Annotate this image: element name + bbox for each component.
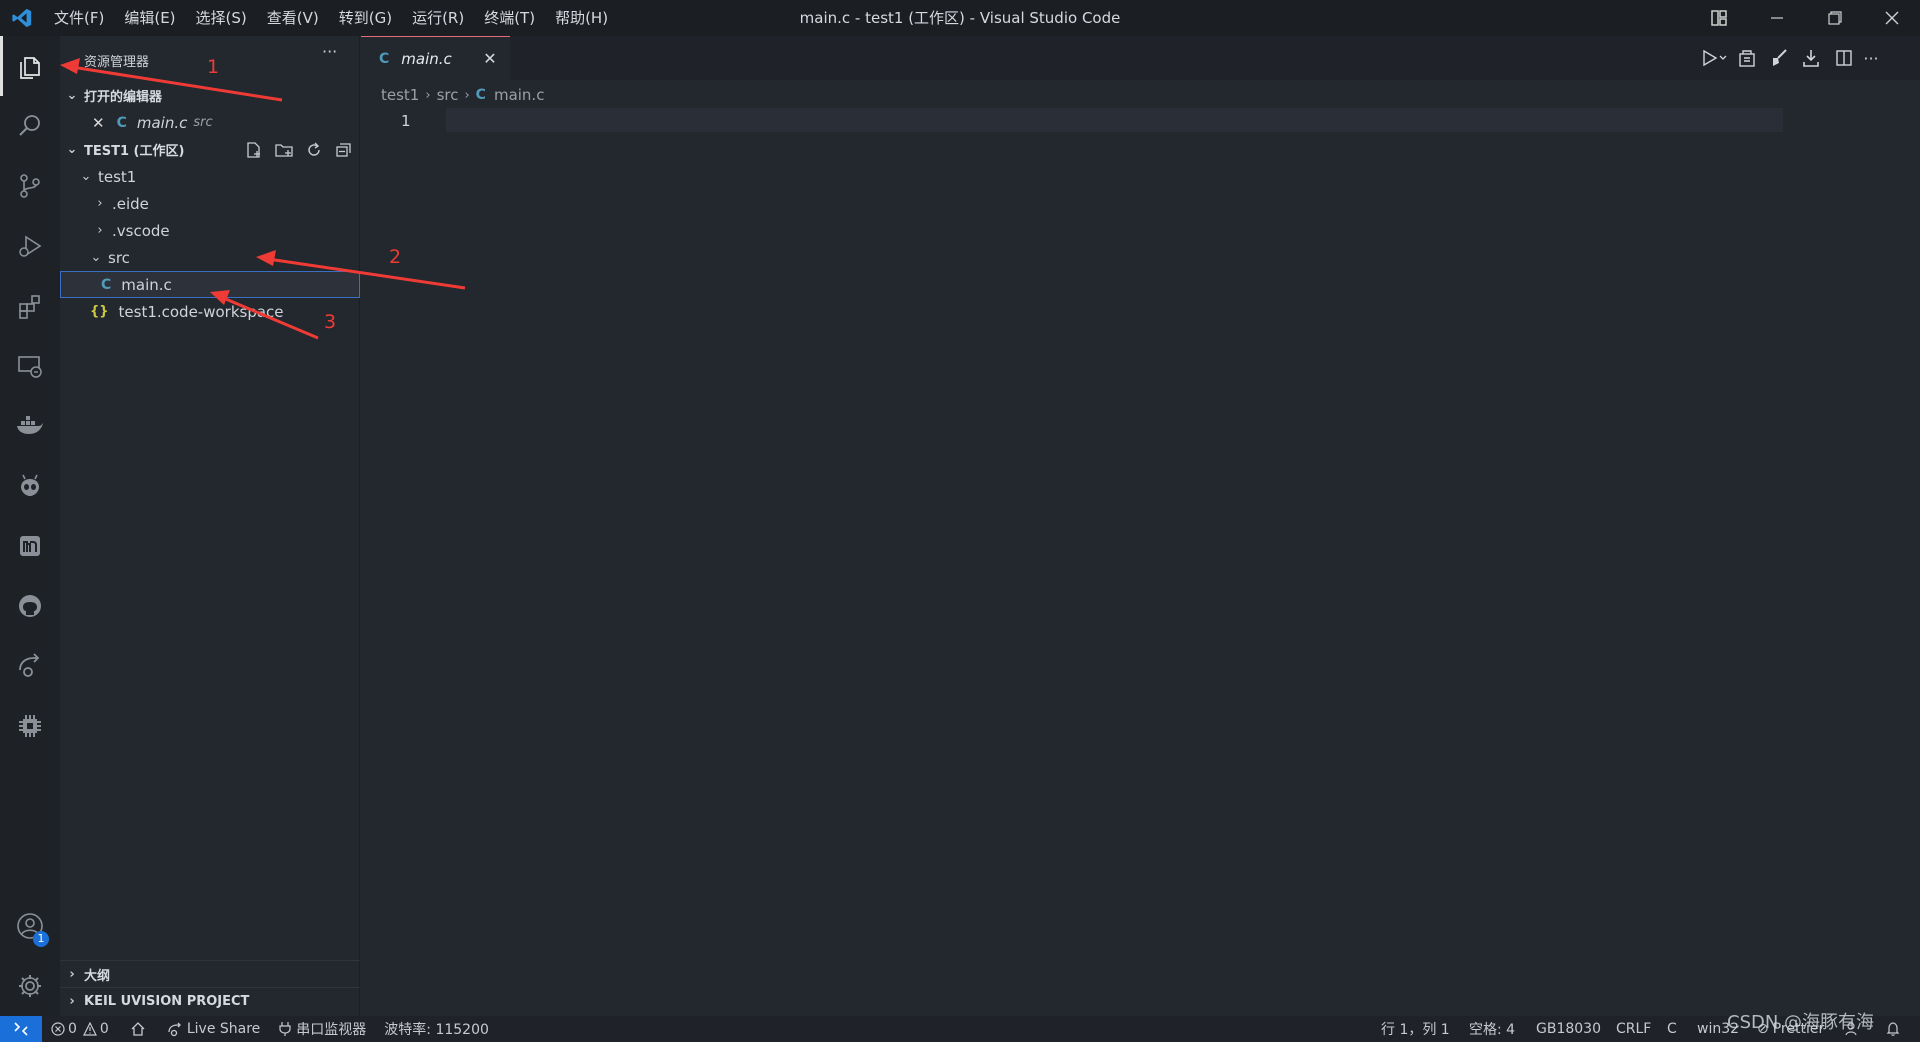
annotation-number-1: 1 — [207, 56, 220, 78]
annotation-arrow-2 — [256, 250, 466, 290]
annotation-number-2: 2 — [389, 246, 402, 268]
annotation-arrow-3 — [210, 290, 319, 340]
annotation-arrows — [60, 58, 466, 340]
annotation-number-3: 3 — [324, 311, 337, 333]
csdn-watermark: CSDN @海豚有海 — [1727, 1012, 1875, 1033]
annotation-arrow-1 — [60, 58, 283, 102]
